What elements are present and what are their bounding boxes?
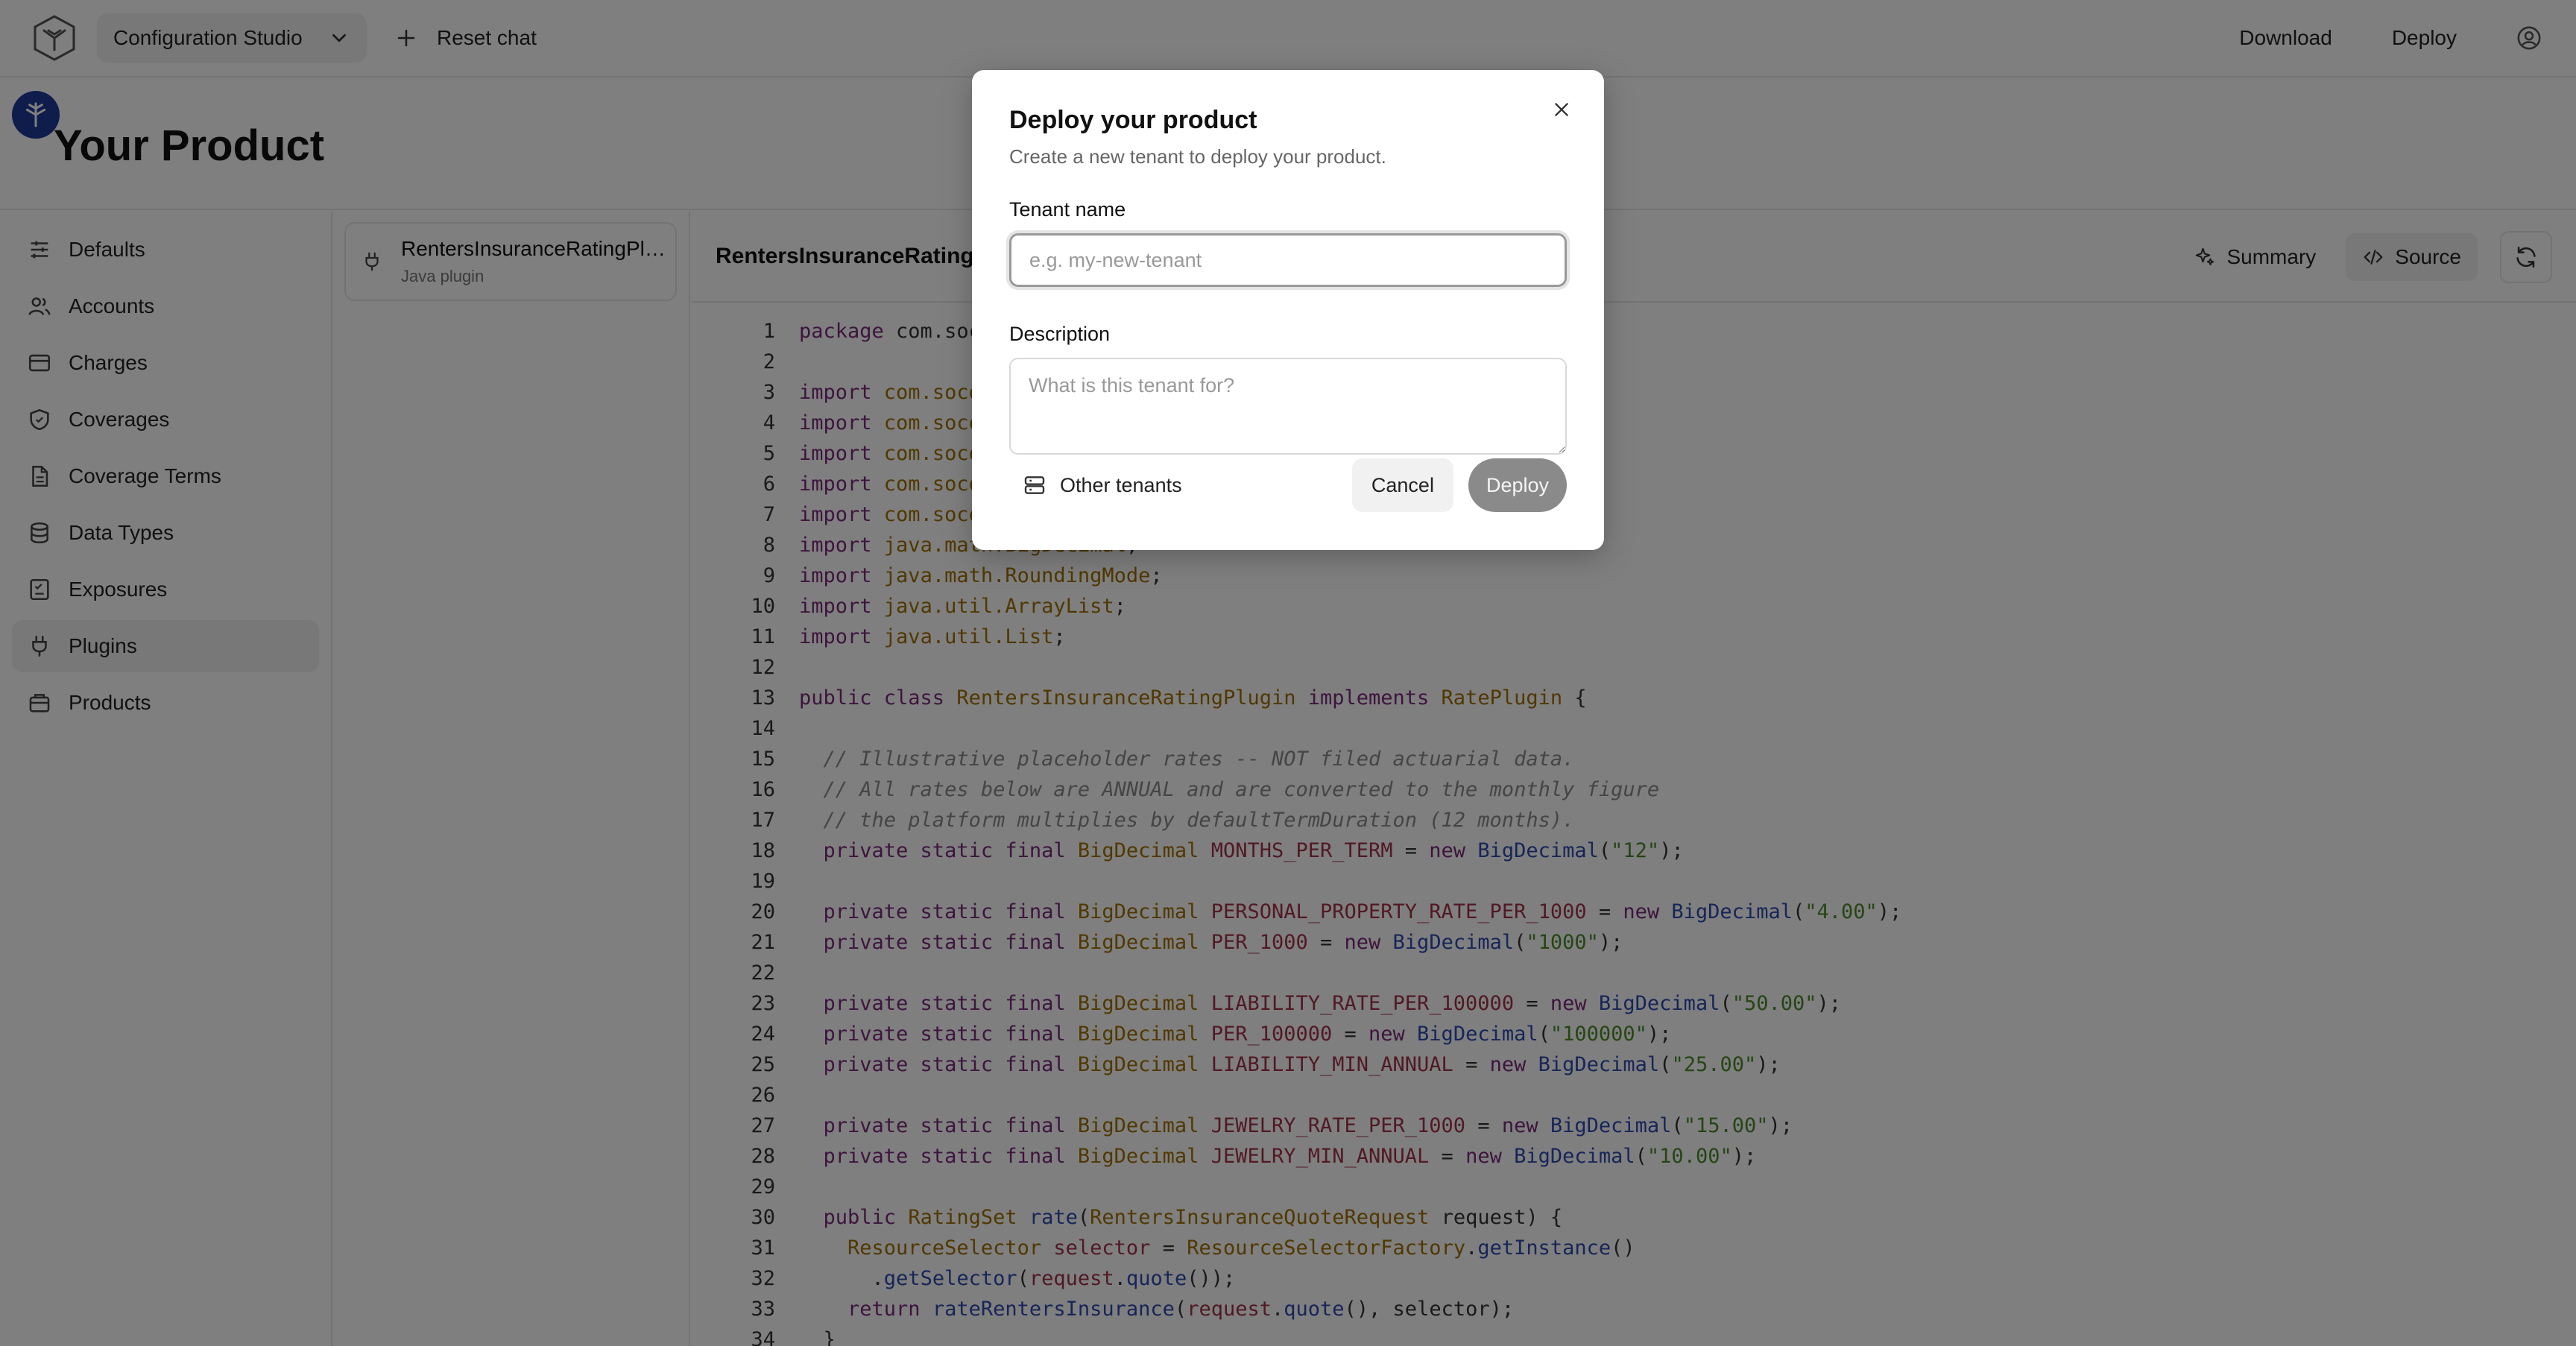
tenant-name-input[interactable] bbox=[1009, 233, 1567, 287]
deploy-modal: Deploy your product Create a new tenant … bbox=[972, 70, 1604, 550]
modal-title: Deploy your product bbox=[1009, 106, 1257, 134]
cancel-button[interactable]: Cancel bbox=[1351, 458, 1453, 512]
server-icon bbox=[1024, 476, 1045, 494]
deploy-button[interactable]: Deploy bbox=[1468, 458, 1567, 512]
modal-subtitle: Create a new tenant to deploy your produ… bbox=[1009, 145, 1386, 168]
other-tenants-label: Other tenants bbox=[1060, 473, 1182, 496]
other-tenants-button[interactable]: Other tenants bbox=[1009, 473, 1182, 497]
close-icon bbox=[1555, 103, 1568, 116]
description-textarea[interactable] bbox=[1009, 358, 1567, 455]
tenant-name-label: Tenant name bbox=[1009, 198, 1126, 221]
description-label: Description bbox=[1009, 323, 1111, 345]
modal-footer: Other tenants Cancel Deploy bbox=[1009, 458, 1567, 513]
close-button[interactable] bbox=[1544, 92, 1579, 127]
